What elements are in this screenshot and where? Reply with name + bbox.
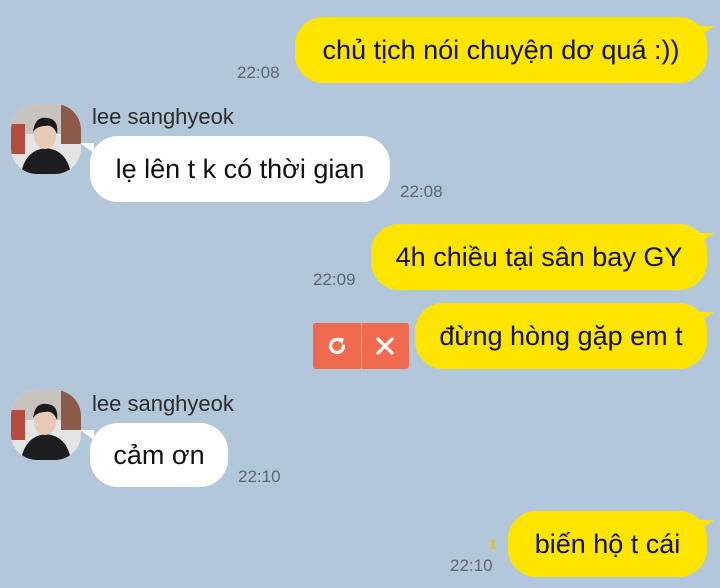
their-message-bubble[interactable]: lẹ lên t k có thời gian (90, 136, 390, 202)
message-text: 4h chiều tại sân bay GY (395, 241, 683, 272)
retry-button[interactable] (313, 323, 361, 369)
contact-avatar[interactable] (11, 104, 81, 174)
message-text: biến hộ t cái (534, 528, 681, 559)
bubble-tail (700, 312, 714, 322)
bubble-tail (80, 143, 94, 153)
message-text: chủ tịch nói chuyện dơ quá :)) (322, 34, 680, 65)
bubble-tail (80, 430, 94, 440)
message-time: 22:09 (313, 270, 356, 289)
retry-icon (328, 337, 345, 355)
message-text: cảm ơn (113, 439, 205, 470)
message-text: đừng hòng gặp em t (439, 320, 683, 351)
my-message-bubble[interactable]: biến hộ t cái (508, 511, 707, 577)
unread-count: 1 (489, 536, 497, 552)
my-message-bubble[interactable]: 4h chiều tại sân bay GY (371, 224, 707, 290)
message-time: 22:10 (450, 556, 493, 575)
contact-avatar[interactable] (11, 390, 81, 460)
failed-message-actions (313, 323, 409, 369)
my-message-bubble[interactable]: chủ tịch nói chuyện dơ quá :)) (295, 17, 707, 83)
delete-button[interactable] (361, 323, 409, 369)
sender-name: lee sanghyeok (92, 391, 234, 416)
message-time: 22:08 (237, 63, 280, 82)
message-time: 22:08 (400, 182, 443, 201)
bubble-tail (700, 520, 714, 530)
close-icon (376, 337, 394, 355)
message-time: 22:10 (238, 467, 281, 486)
bubble-tail (700, 233, 714, 243)
bubble-tail (700, 26, 714, 36)
their-message-bubble[interactable]: cảm ơn (90, 423, 228, 487)
sender-name: lee sanghyeok (92, 104, 234, 129)
message-text: lẹ lên t k có thời gian (115, 153, 365, 184)
my-message-bubble[interactable]: đừng hòng gặp em t (415, 303, 707, 369)
